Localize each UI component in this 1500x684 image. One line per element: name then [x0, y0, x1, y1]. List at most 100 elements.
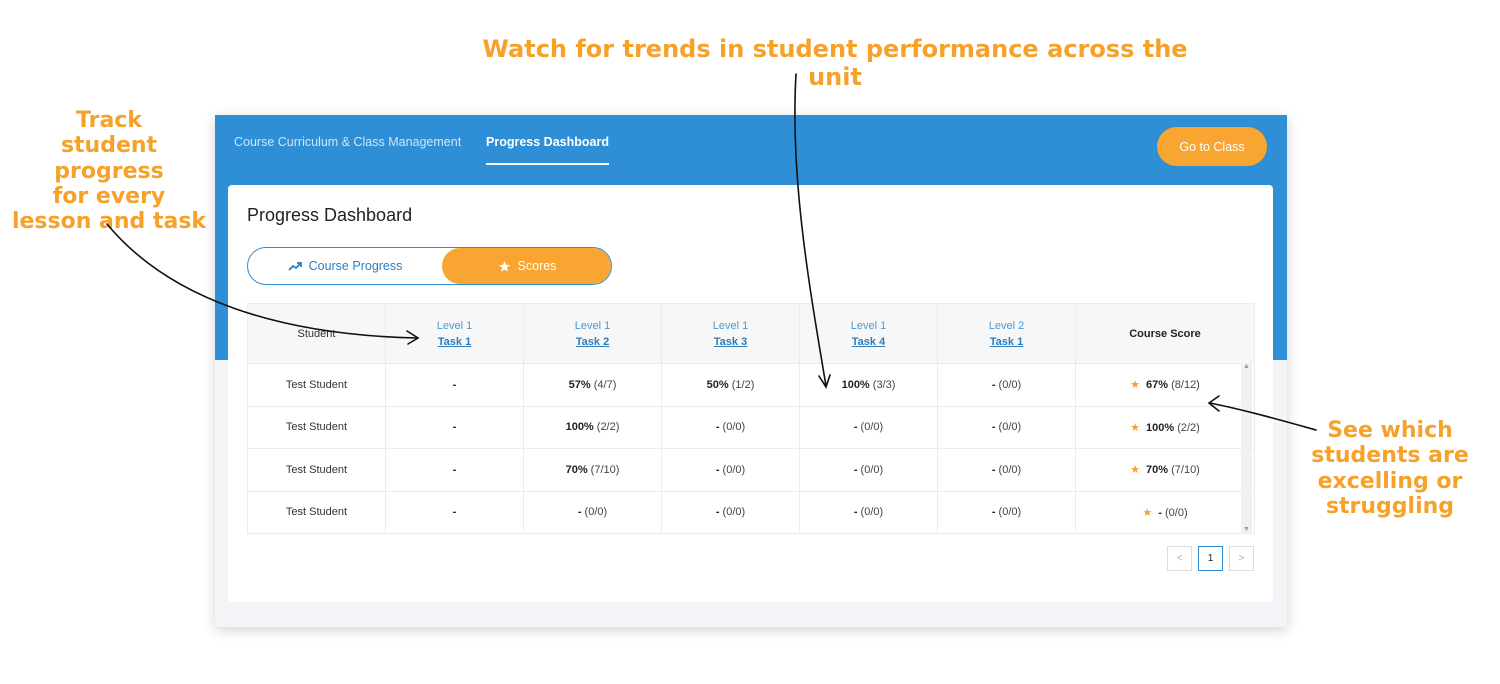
scroll-up-icon[interactable]: ▲	[1241, 363, 1252, 370]
page-number-button[interactable]: 1	[1198, 546, 1223, 571]
score-percent: -	[853, 421, 858, 434]
app-window: Course Curriculum & Class Management Pro…	[215, 115, 1287, 627]
score-fraction: (2/2)	[596, 421, 620, 434]
score-percent: -	[452, 378, 457, 391]
column-header-task: Level 1 Task 4	[799, 303, 938, 364]
score-cell: - (0/0)	[799, 490, 938, 534]
score-fraction: (0/0)	[860, 506, 884, 519]
course-progress-toggle[interactable]: Course Progress	[248, 248, 442, 284]
annotation-track: Track student progress for every lesson …	[4, 108, 214, 234]
go-to-class-button[interactable]: Go to Class	[1157, 127, 1267, 166]
score-percent: 100%	[841, 378, 870, 391]
annotation-line: See which	[1327, 418, 1453, 443]
star-icon	[498, 260, 511, 273]
table-header-row: Student Level 1 Task 1 Level 1 Task 2 Leve…	[247, 303, 1255, 364]
score-percent: 70%	[1146, 464, 1169, 477]
score-percent: -	[715, 506, 720, 519]
score-cell: - (0/0)	[937, 448, 1076, 492]
score-cell: - (0/0)	[937, 363, 1076, 407]
score-fraction: (0/0)	[860, 421, 884, 434]
score-fraction: (2/2)	[1177, 421, 1200, 434]
tab-course-curriculum[interactable]: Course Curriculum & Class Management	[234, 135, 461, 163]
table-row: Test Student - 100% (2/2) - (0/0) - (0/0…	[247, 405, 1255, 449]
column-header-course-score: Course Score	[1075, 303, 1255, 364]
score-fraction: (7/10)	[1171, 464, 1200, 477]
score-percent: 67%	[1146, 379, 1169, 392]
score-cell: - (0/0)	[661, 448, 800, 492]
annotation-see: See which students are excelling or stru…	[1300, 418, 1480, 519]
score-fraction: (4/7)	[593, 378, 617, 391]
page-title: Progress Dashboard	[247, 205, 413, 225]
table-row: Test Student - 57% (4/7) 50% (1/2) 100% …	[247, 363, 1255, 407]
score-cell: - (0/0)	[799, 405, 938, 449]
level-label: Level 1	[574, 319, 611, 332]
table-scrollbar[interactable]: ▲ ▼	[1241, 363, 1252, 533]
score-cell: -	[385, 490, 524, 534]
column-header-task: Level 1 Task 1	[385, 303, 524, 364]
score-percent: -	[991, 421, 996, 434]
annotation-line: lesson and task	[11, 209, 207, 235]
score-cell: -	[385, 405, 524, 449]
level-label: Level 1	[850, 319, 887, 332]
column-header-student: Student	[247, 303, 386, 364]
score-fraction: (0/0)	[1164, 506, 1188, 519]
annotation-line: students are	[1311, 443, 1469, 469]
score-percent: -	[853, 506, 858, 519]
score-fraction: (0/0)	[584, 506, 608, 519]
score-cell: -	[385, 363, 524, 407]
task-link[interactable]: Task 2	[524, 336, 661, 348]
score-percent: 57%	[568, 378, 591, 391]
student-name-cell: Test Student	[247, 363, 386, 407]
dashboard-card: Progress Dashboard Course Progress Score…	[228, 185, 1273, 602]
score-fraction: (0/0)	[722, 506, 746, 519]
annotation-line: for every	[52, 183, 166, 209]
column-header-task: Level 2 Task 1	[937, 303, 1076, 364]
course-score-header-label: Course Score	[1129, 327, 1201, 340]
score-percent: -	[715, 463, 720, 476]
annotation-line: struggling	[1325, 493, 1455, 519]
score-percent: -	[853, 463, 858, 476]
annotation-trends: Watch for trends in student performance …	[482, 35, 1188, 91]
toggle-label: Scores	[517, 259, 557, 273]
score-cell: -	[385, 448, 524, 492]
score-fraction: (0/0)	[998, 463, 1022, 476]
star-icon: ★	[1130, 421, 1141, 434]
next-page-button[interactable]: >	[1229, 546, 1254, 571]
tab-progress-dashboard[interactable]: Progress Dashboard	[486, 135, 609, 165]
score-fraction: (0/0)	[998, 421, 1022, 434]
task-link[interactable]: Task 1	[938, 336, 1075, 348]
score-percent: -	[1158, 506, 1162, 519]
annotation-line: excelling or	[1317, 468, 1463, 494]
prev-page-button[interactable]: <	[1167, 546, 1192, 571]
task-link[interactable]: Task 3	[662, 336, 799, 348]
student-name-cell: Test Student	[247, 490, 386, 534]
view-toggle: Course Progress Scores	[247, 247, 612, 285]
student-header-label: Student	[297, 327, 336, 340]
score-percent: 100%	[565, 421, 594, 434]
task-link[interactable]: Task 4	[800, 336, 937, 348]
score-percent: -	[991, 378, 996, 391]
score-percent: -	[452, 421, 457, 434]
score-cell: 57% (4/7)	[523, 363, 662, 407]
star-icon: ★	[1142, 506, 1153, 519]
course-score-cell: ★ 100% (2/2)	[1075, 405, 1255, 449]
score-cell: - (0/0)	[661, 405, 800, 449]
task-link[interactable]: Task 1	[386, 336, 523, 348]
score-percent: -	[577, 506, 582, 519]
star-icon: ★	[1130, 379, 1141, 392]
score-percent: 50%	[706, 378, 729, 391]
score-cell: - (0/0)	[523, 490, 662, 534]
course-score-cell: ★ 70% (7/10)	[1075, 448, 1255, 492]
student-name-cell: Test Student	[247, 448, 386, 492]
level-label: Level 2	[988, 319, 1025, 332]
scroll-down-icon[interactable]: ▼	[1241, 526, 1252, 533]
score-fraction: (0/0)	[860, 463, 884, 476]
score-percent: 70%	[565, 463, 588, 476]
score-cell: - (0/0)	[799, 448, 938, 492]
score-percent: -	[991, 506, 996, 519]
score-fraction: (1/2)	[731, 378, 755, 391]
score-percent: 100%	[1146, 421, 1175, 434]
scores-toggle[interactable]: Scores	[442, 248, 611, 284]
score-cell: 100% (3/3)	[799, 363, 938, 407]
score-fraction: (0/0)	[998, 378, 1022, 391]
